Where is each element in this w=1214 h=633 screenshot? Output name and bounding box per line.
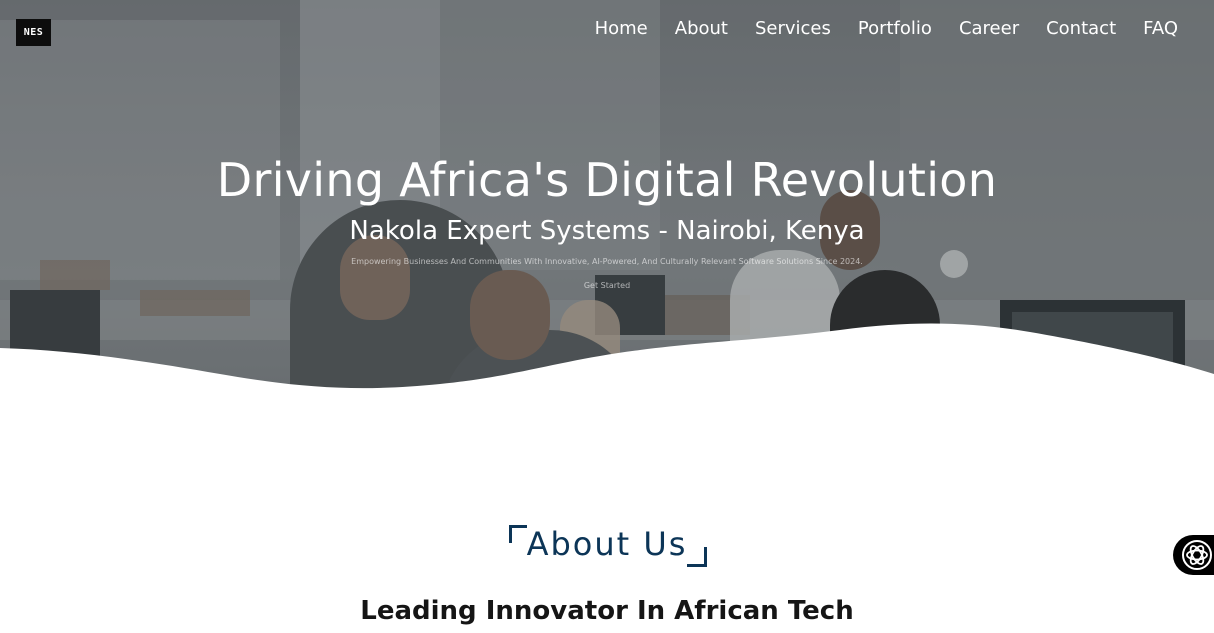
chat-widget-button[interactable] [1173,535,1214,575]
hero-tagline: Empowering Businesses And Communities Wi… [351,257,863,266]
nav-item-services[interactable]: Services [755,17,831,41]
brand-logo[interactable]: NES [16,19,51,46]
get-started-button[interactable]: Get Started [584,280,630,292]
about-subheading: Leading Innovator In African Tech [360,596,854,626]
ai-assistant-icon [1182,540,1212,570]
nav-item-career[interactable]: Career [959,17,1019,41]
hero-content: Driving Africa's Digital Revolution Nako… [0,150,1214,292]
about-title-frame: About Us [507,523,708,567]
hero-wave-divider [0,323,1214,460]
hero-title: Driving Africa's Digital Revolution [216,153,998,207]
nav-item-faq[interactable]: FAQ [1143,17,1178,41]
bracket-top-left-decoration [508,525,527,543]
about-title: About Us [526,525,688,563]
hero-subtitle: Nakola Expert Systems - Nairobi, Kenya [349,216,865,246]
nav-item-contact[interactable]: Contact [1046,17,1116,41]
main-navigation: Home About Services Portfolio Career Con… [568,17,1178,41]
nav-item-about[interactable]: About [675,17,728,41]
bracket-bottom-right-decoration [687,547,708,567]
nav-item-home[interactable]: Home [595,17,648,41]
about-section-heading: About Us [0,523,1214,567]
nav-item-portfolio[interactable]: Portfolio [858,17,932,41]
